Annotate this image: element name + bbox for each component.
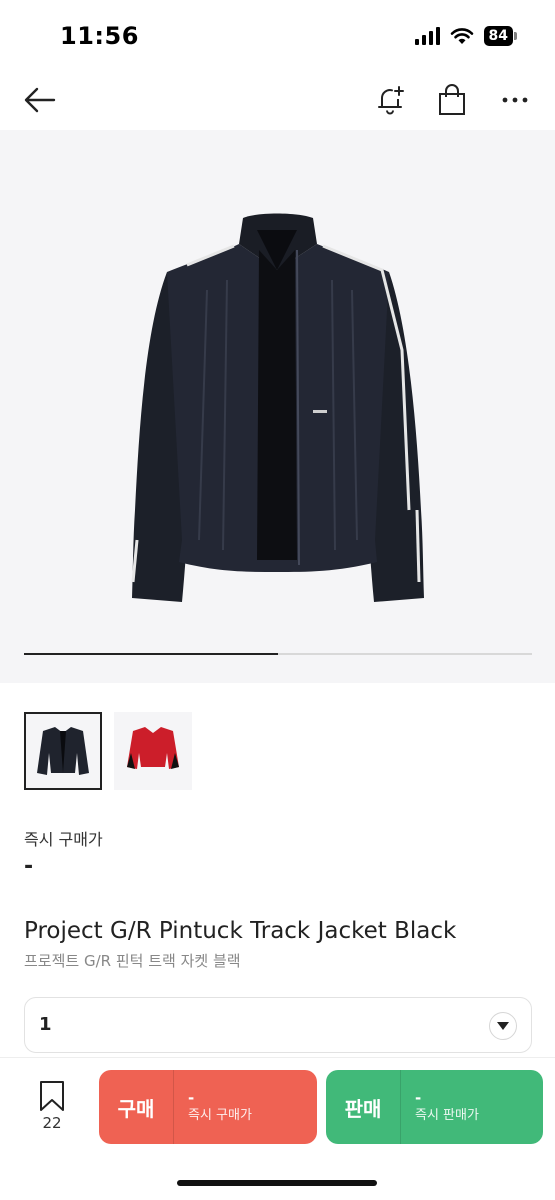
thumbnail-black[interactable] [24,712,102,790]
product-image [131,213,424,602]
back-arrow-icon[interactable] [22,82,58,118]
size-select[interactable]: 1 [24,997,532,1053]
red-jacket-thumb-image [127,727,179,769]
sell-button[interactable]: 판매 - 즉시 판매가 [326,1070,543,1144]
top-nav [0,70,555,130]
buy-button-sub: 즉시 구매가 [188,1108,252,1123]
instant-buy-price-label: 즉시 구매가 [24,830,103,849]
buy-button-price: - [188,1089,195,1107]
product-title-ko: 프로젝트 G/R 핀턱 트랙 자켓 블랙 [24,952,241,970]
battery-icon: 84 [483,26,517,46]
home-indicator[interactable] [177,1180,377,1186]
product-image-carousel[interactable] [0,130,555,683]
bell-plus-icon[interactable] [372,82,408,118]
bookmark-count: 22 [42,1114,62,1132]
sell-button-price: - [415,1089,422,1107]
buy-button[interactable]: 구매 - 즉시 구매가 [99,1070,317,1144]
bottom-action-bar: 22 구매 - 즉시 구매가 판매 - 즉시 판매가 [0,1057,555,1200]
sell-button-sub: 즉시 판매가 [415,1108,479,1123]
status-bar: 11:56 84 [0,0,555,70]
carousel-progress-fill [24,653,278,655]
cellular-signal-icon [414,27,440,45]
status-time: 11:56 [60,22,139,50]
battery-level: 84 [483,26,513,46]
product-title-en: Project G/R Pintuck Track Jacket Black [24,918,457,944]
bookmark-icon [40,1081,64,1111]
buy-button-label: 구매 [117,1096,155,1121]
thumbnail-red[interactable] [114,712,192,790]
black-jacket-thumb-image [37,727,89,775]
status-indicators: 84 [414,26,517,46]
instant-buy-price-value: - [24,854,34,879]
chevron-down-icon [489,1012,517,1040]
thumbnail-list [24,712,192,790]
size-selected-value: 1 [39,1014,52,1035]
bookmark-button[interactable]: 22 [30,1080,74,1132]
wifi-icon [450,28,473,44]
sell-button-label: 판매 [344,1096,382,1121]
shopping-bag-icon[interactable] [434,82,470,118]
carousel-progress [24,653,532,655]
more-icon[interactable] [497,82,533,118]
